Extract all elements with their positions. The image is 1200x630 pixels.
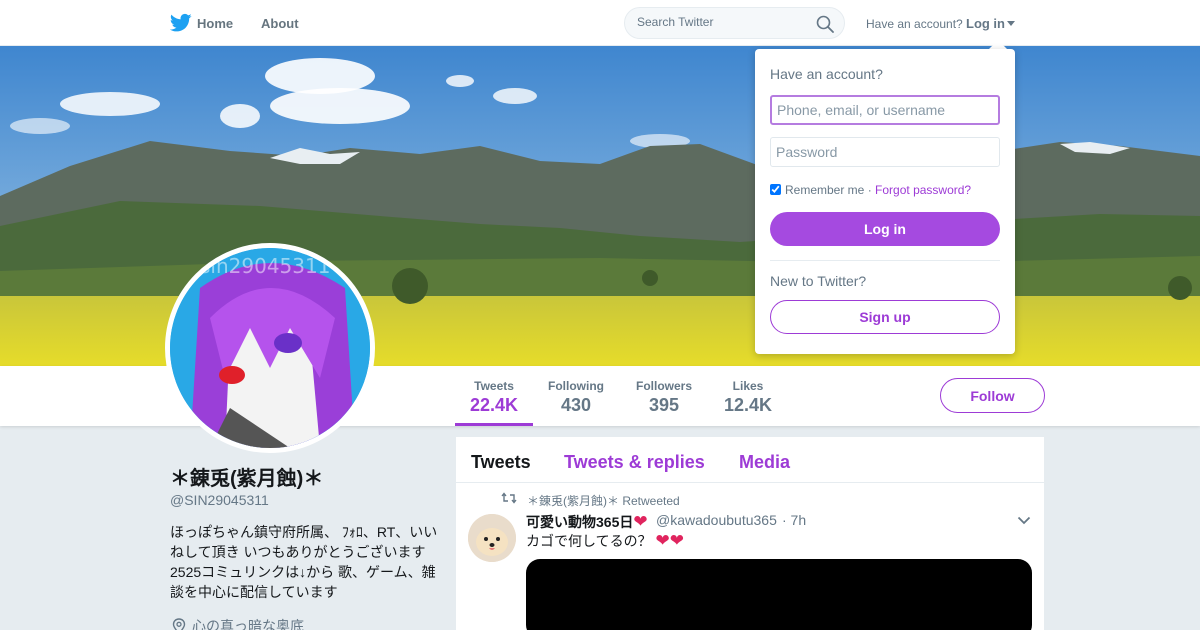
search-input[interactable]: [637, 15, 807, 29]
login-button[interactable]: Log in: [770, 212, 1000, 246]
avatar-watermark-text: sin29045311: [200, 254, 330, 278]
stat-likes[interactable]: Likes 12.4K: [724, 379, 772, 416]
tweet-text: カゴで何してるの？ ❤❤: [526, 531, 684, 551]
retweeted-by-label[interactable]: ＊錬兎(紫月蝕)＊ Retweeted: [527, 492, 680, 509]
divider: [770, 260, 1000, 261]
caret-down-icon[interactable]: [1007, 21, 1015, 26]
search-box: [624, 7, 845, 39]
tab-tweets[interactable]: Tweets: [471, 452, 531, 473]
login-menu-link[interactable]: Log in: [966, 16, 1005, 31]
dropdown-title: Have an account?: [770, 66, 883, 82]
twitter-bird-icon[interactable]: [170, 13, 192, 33]
stat-value: 395: [648, 395, 680, 415]
tweet-text-content: カゴで何してるの？: [526, 533, 652, 549]
search-icon[interactable]: [816, 15, 834, 33]
remember-me-row: Remember me · Forgot password?: [770, 183, 971, 197]
follow-button[interactable]: Follow: [940, 378, 1045, 413]
tweet-author-handle[interactable]: @kawadoubutu365: [656, 512, 777, 528]
stat-tweets[interactable]: Tweets 22.4K: [470, 379, 518, 416]
tweet-author-avatar[interactable]: [468, 514, 516, 562]
profile-location: 心の真っ暗な奥底: [172, 616, 304, 630]
separator: ·: [867, 183, 872, 197]
retweet-icon: [501, 492, 517, 504]
login-dropdown: Have an account? Remember me · Forgot pa…: [755, 49, 1015, 354]
dropdown-arrow: [989, 40, 1007, 49]
author-name-text: 可愛い動物365日: [526, 514, 634, 530]
top-nav: Home About Have an account? Log in: [0, 0, 1200, 46]
nav-about-link[interactable]: About: [261, 16, 299, 31]
heart-emoji-icon: ❤❤: [655, 531, 684, 550]
stat-label: Tweets: [474, 379, 514, 393]
stat-label: Following: [548, 379, 604, 393]
tweet-author-name[interactable]: 可愛い動物365日❤: [526, 512, 648, 532]
tweet-time[interactable]: · 7h: [782, 512, 806, 528]
profile-bio: ほっぽちゃん鎮守府所属、 ﾌｫﾛ、RT、いいねして頂き いつもありがとうございま…: [170, 524, 438, 600]
stat-label: Followers: [636, 379, 693, 393]
stat-label: Likes: [732, 379, 764, 393]
profile-avatar[interactable]: sin29045311: [165, 243, 375, 453]
location-pin-icon: [172, 618, 186, 630]
stat-followers[interactable]: Followers 395: [636, 379, 692, 416]
nav-home-link[interactable]: Home: [197, 16, 233, 31]
location-text: 心の真っ暗な奥底: [192, 618, 304, 630]
profile-name: ＊錬兎(紫月蝕)＊: [170, 468, 324, 490]
heart-emoji-icon: ❤: [633, 512, 648, 531]
timeline-tabs: Tweets Tweets & replies Media: [456, 437, 1044, 483]
tweet-media[interactable]: [526, 559, 1032, 630]
chevron-down-icon[interactable]: [1017, 516, 1031, 525]
stat-value: 22.4K: [470, 395, 519, 415]
profile-handle[interactable]: @SIN29045311: [170, 492, 269, 508]
tab-media[interactable]: Media: [739, 452, 790, 473]
active-tab-indicator: [455, 423, 533, 426]
remember-me-label[interactable]: Remember me: [785, 183, 864, 197]
username-field[interactable]: [770, 95, 1000, 125]
stat-value: 12.4K: [724, 395, 773, 415]
stat-value: 430: [560, 395, 592, 415]
new-to-twitter-label: New to Twitter?: [770, 273, 867, 289]
timeline: Tweets Tweets & replies Media ＊錬兎(紫月蝕)＊ …: [456, 437, 1044, 630]
remember-me-checkbox[interactable]: [770, 184, 781, 195]
signup-button[interactable]: Sign up: [770, 300, 1000, 334]
have-account-label: Have an account?: [866, 17, 963, 31]
forgot-password-link[interactable]: Forgot password?: [875, 183, 971, 197]
tab-tweets-replies[interactable]: Tweets & replies: [564, 452, 705, 473]
password-field[interactable]: [770, 137, 1000, 167]
stat-following[interactable]: Following 430: [548, 379, 604, 416]
